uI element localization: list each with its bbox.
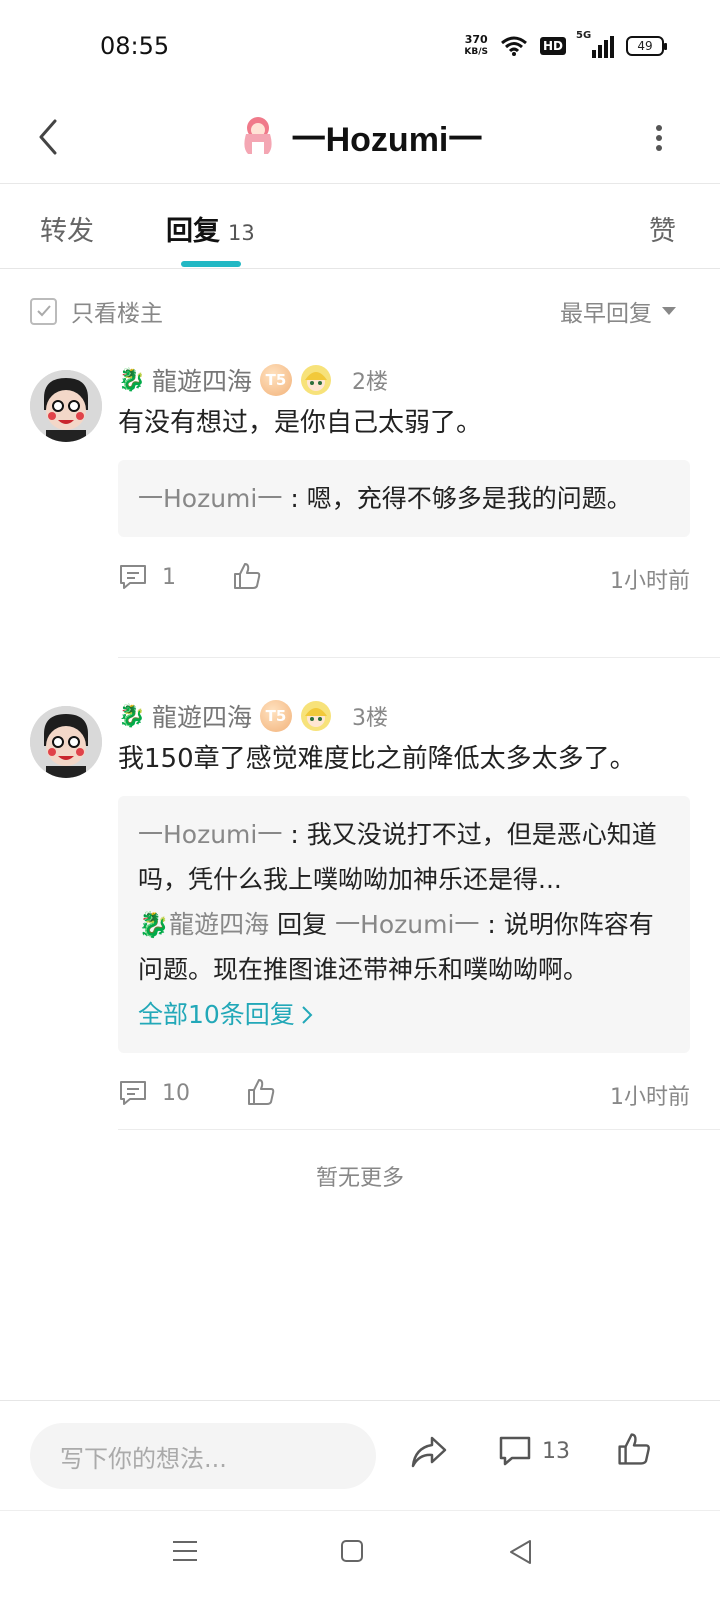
- comment-like-button[interactable]: [232, 561, 262, 595]
- comment-like-button[interactable]: [246, 1077, 276, 1111]
- page-title: 一Hozumi一: [291, 120, 483, 159]
- character-badge-icon: [301, 365, 332, 395]
- signal-icon: 5G: [576, 30, 614, 58]
- level-badge: T5: [260, 364, 293, 396]
- net-speed: 370 KB/S: [464, 33, 488, 58]
- divider: [118, 1129, 720, 1130]
- floor-number: 3楼: [352, 706, 389, 731]
- comments-button[interactable]: 13: [498, 1435, 570, 1467]
- comment-input[interactable]: 写下你的想法...: [30, 1423, 376, 1489]
- dragon-icon: 🐉: [118, 367, 146, 393]
- reply-preview-box[interactable]: 一Hozumi一 : 嗯，充得不够多是我的问题。: [118, 460, 690, 537]
- reply-count: 13: [228, 221, 255, 245]
- checkbox-icon: [30, 297, 57, 325]
- square-icon: [341, 1540, 363, 1562]
- dragon-icon: 🐉: [118, 703, 146, 729]
- comment-actions: 10 1小时前: [118, 1069, 690, 1125]
- comment-username[interactable]: 龍遊四海: [152, 362, 252, 398]
- comments-count: 13: [542, 1438, 570, 1464]
- reply-author: 一Hozumi一: [138, 820, 283, 849]
- bottom-action-bar: 写下你的想法... 13: [0, 1400, 720, 1510]
- share-button[interactable]: [410, 1435, 448, 1473]
- comment-text: 我150章了感觉难度比之前降低太多太多了。: [118, 744, 636, 774]
- sort-dropdown[interactable]: 最早回复: [560, 294, 676, 328]
- recents-button[interactable]: [172, 1539, 198, 1567]
- avatar[interactable]: [30, 706, 102, 778]
- comment-time: 1小时前: [610, 569, 690, 594]
- thumbs-up-icon: [618, 1433, 650, 1465]
- comment-icon: [120, 565, 146, 589]
- chevron-right-icon: [302, 1005, 313, 1024]
- battery-icon: 49: [626, 36, 667, 56]
- like-button[interactable]: [616, 1431, 652, 1471]
- reply-preview-box[interactable]: 一Hozumi一 : 我又没说打不过，但是恶心知道吗，凭什么我上噗呦呦加神乐还是…: [118, 796, 690, 1053]
- tab-reply[interactable]: 回复 13: [166, 209, 255, 248]
- reply-preview: 一Hozumi一 : 嗯，充得不够多是我的问题。: [138, 476, 670, 521]
- comment-reply-button[interactable]: 1: [118, 563, 176, 591]
- reply-text: : 嗯，充得不够多是我的问题。: [282, 484, 632, 513]
- home-button[interactable]: [340, 1539, 364, 1567]
- tab-forward[interactable]: 转发: [40, 209, 94, 248]
- reply-author: 龍遊四海: [169, 910, 270, 939]
- dragon-icon: 🐉: [138, 910, 170, 939]
- divider: [118, 657, 720, 658]
- wifi-icon: [501, 36, 527, 56]
- all-replies-link[interactable]: 全部10条回复: [138, 992, 670, 1037]
- post-author[interactable]: 一Hozumi一: [0, 106, 720, 166]
- share-icon: [411, 1436, 447, 1468]
- comment-count: 1: [162, 564, 176, 590]
- comment-text: 有没有想过，是你自己太弱了。: [118, 408, 483, 438]
- tab-like[interactable]: 赞: [649, 209, 676, 248]
- comment-time: 1小时前: [610, 1085, 690, 1110]
- avatar[interactable]: [30, 370, 102, 442]
- active-tab-indicator: [181, 261, 241, 267]
- comment-icon: [120, 1081, 146, 1105]
- comment-username[interactable]: 龍遊四海: [152, 698, 252, 734]
- more-vertical-icon: [656, 125, 662, 151]
- caret-down-icon: [662, 307, 676, 315]
- comment-reply-button[interactable]: 10: [118, 1079, 190, 1107]
- menu-icon: [173, 1541, 197, 1561]
- no-more-text: 暂无更多: [315, 1166, 404, 1191]
- comment-icon: [499, 1436, 531, 1466]
- triangle-back-icon: [510, 1540, 531, 1564]
- status-icons: 370 KB/S HD 5G 49: [464, 30, 667, 62]
- reply-preview: 🐉龍遊四海 回复 一Hozumi一 : 说明你阵容有问题。现在推图谁还带神乐和噗…: [138, 902, 670, 992]
- top-app-bar: 一Hozumi一: [0, 90, 720, 184]
- reply-target: 一Hozumi一: [335, 910, 480, 939]
- status-bar: 08:55 370 KB/S HD 5G 49: [0, 0, 720, 90]
- hd-badge: HD: [539, 37, 566, 55]
- character-badge-icon: [301, 701, 332, 731]
- comment-user-line: 🐉 龍遊四海 T5 3楼: [118, 696, 690, 736]
- reply-connector: 回复: [269, 910, 336, 939]
- reply-preview: 一Hozumi一 : 我又没说打不过，但是恶心知道吗，凭什么我上噗呦呦加神乐还是…: [138, 812, 670, 902]
- floor-number: 2楼: [352, 370, 389, 395]
- filter-row: 只看楼主 最早回复: [0, 280, 720, 340]
- system-back-button[interactable]: [508, 1539, 532, 1569]
- level-badge: T5: [260, 700, 293, 732]
- more-options-button[interactable]: [644, 118, 674, 158]
- only-op-toggle[interactable]: 只看楼主: [30, 294, 163, 328]
- system-nav-bar: [0, 1510, 720, 1600]
- thumbs-up-icon: [234, 563, 261, 589]
- comment-count: 10: [162, 1080, 190, 1106]
- reply-author: 一Hozumi一: [138, 484, 283, 513]
- thumbs-up-icon: [248, 1079, 275, 1105]
- author-avatar: [244, 117, 272, 156]
- comment-actions: 1 1小时前: [118, 553, 690, 609]
- tab-bar: 转发 回复 13 赞: [0, 185, 720, 269]
- status-time: 08:55: [100, 32, 170, 60]
- comment-user-line: 🐉 龍遊四海 T5 2楼: [118, 360, 690, 400]
